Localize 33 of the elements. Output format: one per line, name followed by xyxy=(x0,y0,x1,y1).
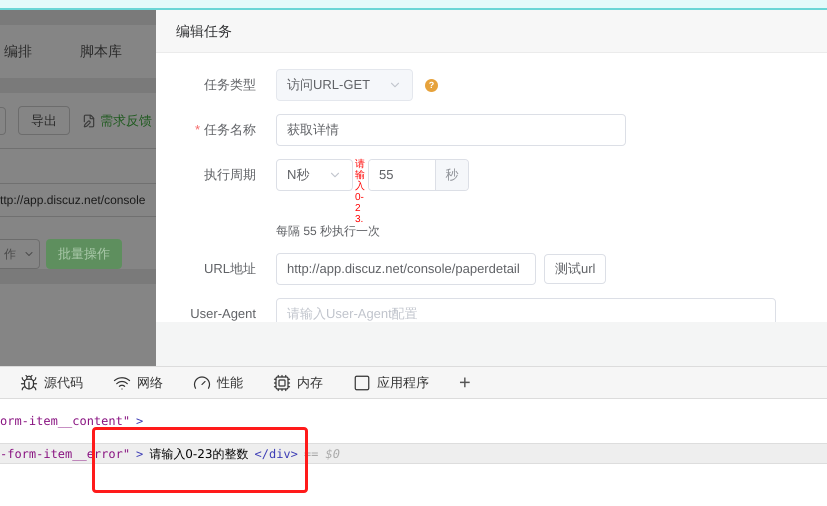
unit-select[interactable]: N秒 xyxy=(276,159,353,191)
test-url-button[interactable]: 测试url xyxy=(544,254,606,284)
code-token: </div> xyxy=(254,446,298,462)
add-tab-button[interactable]: + xyxy=(459,372,471,392)
code-token: 请输入0-23的整数 xyxy=(149,446,249,462)
devtools-tab[interactable]: 应用程序 xyxy=(353,372,429,392)
code-token: > xyxy=(136,446,144,462)
gauge-icon xyxy=(193,374,211,392)
devtools-tab[interactable]: 性能 xyxy=(193,372,243,392)
feedback-icon xyxy=(82,114,96,128)
field-label: 任务名称 xyxy=(204,121,256,140)
text-field[interactable]: 获取详情 xyxy=(276,114,626,146)
devtools-tab[interactable]: 源代码 xyxy=(20,372,83,392)
error-text: 请输入0-23. xyxy=(355,159,365,225)
url-field[interactable]: ttp://app.discuz.net/console xyxy=(0,182,156,217)
devtools-tab[interactable]: 内存 xyxy=(273,372,323,392)
window-icon xyxy=(353,374,371,392)
field-label: 执行周期 xyxy=(204,166,256,184)
page-tab[interactable]: 编排 xyxy=(4,41,32,62)
code-token: > xyxy=(136,412,144,430)
chip-icon xyxy=(273,374,291,392)
url-field[interactable]: http://app.discuz.net/console/paperdetail xyxy=(276,253,536,285)
field-label: URL地址 xyxy=(204,260,256,278)
export-button[interactable]: 导出 xyxy=(18,106,70,136)
field-label: 任务类型 xyxy=(204,76,256,94)
page-tab[interactable]: 脚本库 xyxy=(80,41,122,62)
hint-text: 每隔 55 秒执行一次 xyxy=(276,223,380,240)
bug-icon xyxy=(20,374,38,392)
required-mark: * xyxy=(194,121,200,140)
field-label: User-Agent xyxy=(190,305,256,322)
devtools-tab[interactable]: 网络 xyxy=(113,372,163,392)
code-token: orm-item__content" xyxy=(0,412,130,430)
dialog-title: 编辑任务 xyxy=(176,22,232,40)
